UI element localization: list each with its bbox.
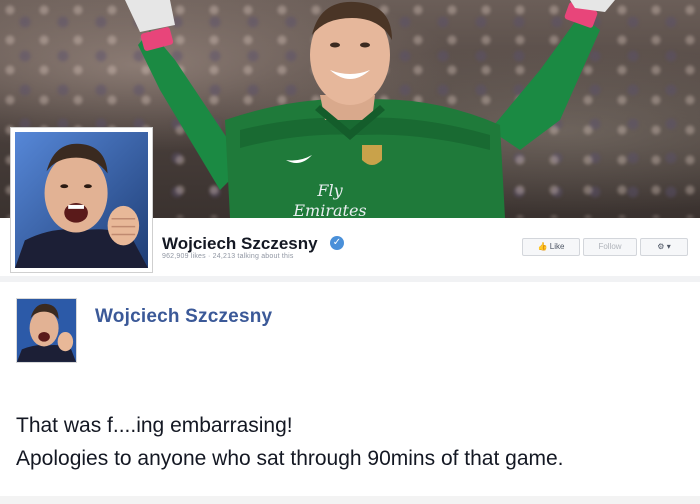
like-button[interactable]: 👍 Like: [522, 238, 580, 256]
profile-photo: [15, 132, 148, 268]
post-text-line2: Apologies to anyone who sat through 90mi…: [16, 447, 564, 470]
gear-icon: ⚙: [657, 242, 665, 251]
profile-picture[interactable]: [10, 127, 153, 273]
more-button[interactable]: ⚙ ▾: [640, 238, 688, 256]
post-text-line1: That was f....ing embarrasing!: [16, 414, 293, 437]
sponsor-text-line2: Emirates: [292, 201, 366, 218]
like-label: Like: [549, 242, 565, 251]
bottom-strip: [0, 496, 700, 504]
post-author-link[interactable]: Wojciech Szczesny: [95, 306, 272, 328]
page-stats: 962,909 likes · 24,213 talking about thi…: [162, 253, 294, 260]
post-text: That was f....ing embarrasing! Apologies…: [16, 409, 564, 475]
follow-label: Follow: [598, 242, 622, 251]
page-title[interactable]: Wojciech Szczesny: [162, 234, 318, 254]
sponsor-text-line1: Fly: [316, 181, 343, 200]
post-avatar[interactable]: [16, 298, 77, 363]
shirt-sponsor: Fly Emirates: [292, 181, 366, 218]
chevron-down-icon: ▾: [666, 242, 671, 251]
avatar-photo: [17, 299, 76, 362]
follow-button[interactable]: Follow: [583, 238, 637, 256]
verified-icon: ✓: [330, 236, 344, 250]
like-icon: 👍: [537, 242, 548, 251]
section-divider: [0, 276, 700, 282]
